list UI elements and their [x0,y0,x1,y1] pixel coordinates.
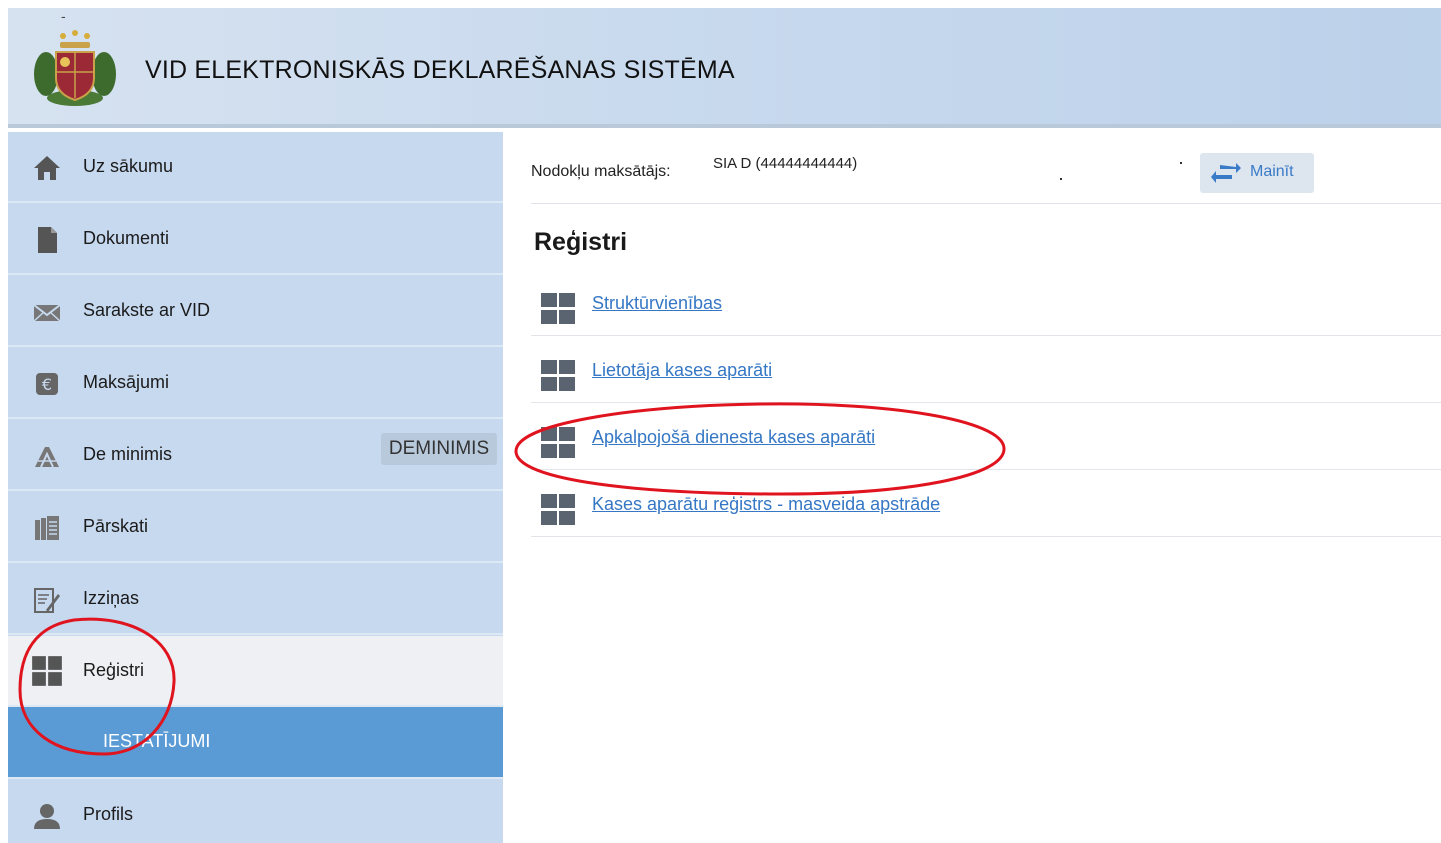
sidebar-item-home[interactable]: Uz sākumu [8,132,503,203]
swap-arrows-icon [1211,163,1241,183]
taxpayer-bar: Nodokļu maksātājs: SIA D (44444444444) M… [531,132,1441,204]
sidebar-item-label: Sarakste ar VID [83,300,211,320]
sidebar-item-label: Izziņas [83,588,140,608]
reports-icon [35,516,59,540]
coat-of-arms-icon [34,30,116,106]
sidebar-item-settings[interactable]: IESTATĪJUMI [8,707,503,779]
de-minimis-badge: DEMINIMIS [381,433,497,465]
sidebar-item-label: Profils [83,804,134,824]
sidebar-item-label: Uz sākumu [83,156,174,176]
change-taxpayer-label: Mainīt [1250,163,1294,180]
register-link-user-cash-registers[interactable]: Lietotāja kases aparāti [592,360,772,381]
user-icon [34,804,60,829]
register-row: Kases aparātu reģistrs - masveida apstrā… [531,470,1441,537]
main-content: Nodokļu maksātājs: SIA D (44444444444) M… [503,132,1441,843]
app-header: - VID ELEKTRONISKĀS DEKLARĒŠANAS SISTĒMA [8,8,1441,128]
sidebar-item-payments[interactable]: € Maksājumi [8,348,503,419]
register-row: Lietotāja kases aparāti [531,336,1441,403]
taxpayer-value: SIA D (44444444444) [713,155,858,172]
register-link-structural-units[interactable]: Struktūrvienības [592,293,722,314]
taxpayer-label: Nodokļu maksātājs: [531,163,671,180]
sidebar-item-registers[interactable]: Reģistri [8,636,503,707]
register-link-service-cash-registers[interactable]: Apkalpojošā dienesta kases aparāti [592,427,875,448]
sidebar-item-certificates[interactable]: Izziņas [8,564,503,635]
grid-icon [541,427,575,458]
envelope-icon [33,304,61,322]
sidebar-item-de-minimis[interactable]: De minimis DEMINIMIS [8,420,503,491]
grid-icon [541,494,575,525]
page-title: Reģistri [534,228,628,256]
sidebar-item-label: Dokumenti [83,228,170,248]
home-icon [34,156,60,180]
sidebar-item-documents[interactable]: Dokumenti [8,204,503,275]
sidebar-item-label: IESTATĪJUMI [103,731,211,751]
grid-icon [32,656,62,686]
sidebar-item-profile[interactable]: Profils [8,780,503,843]
certificate-icon [34,588,60,613]
register-link-bulk-processing[interactable]: Kases aparātu reģistrs - masveida apstrā… [592,494,940,515]
euro-icon: € [36,373,58,395]
sidebar-item-correspondence[interactable]: Sarakste ar VID [8,276,503,347]
grid-icon [541,360,575,391]
sidebar-item-label: Reģistri [83,660,145,680]
sidebar: Uz sākumu Dokumenti Sarakste ar VID € Ma… [8,132,503,843]
sidebar-item-label: Maksājumi [83,372,170,392]
sidebar-item-reports[interactable]: Pārskati [8,492,503,563]
register-row: Apkalpojošā dienesta kases aparāti [531,403,1441,470]
sidebar-item-label: Pārskati [83,516,149,536]
sidebar-item-label: De minimis [83,444,173,464]
register-row: Struktūrvienības [531,269,1441,336]
grid-icon [541,293,575,324]
de-minimis-icon [35,447,59,468]
app-title: VID ELEKTRONISKĀS DEKLARĒŠANAS SISTĒMA [145,56,735,84]
document-icon [38,227,57,253]
change-taxpayer-button[interactable]: Mainīt [1200,153,1314,193]
svg-text:€: € [42,375,52,394]
